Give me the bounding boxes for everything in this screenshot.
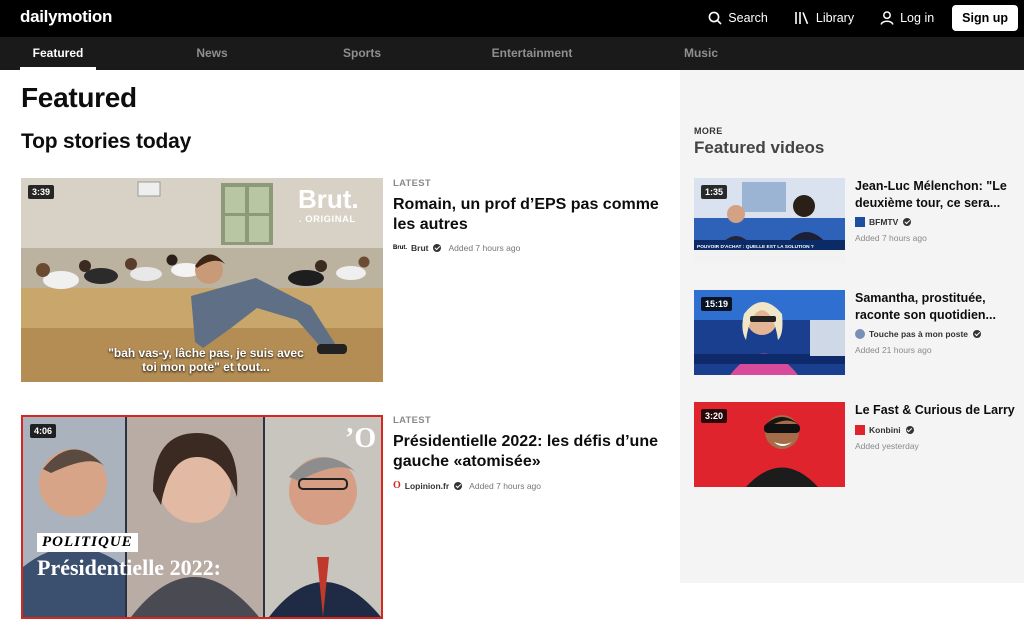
video-thumbnail[interactable]: 3:20 <box>694 402 845 487</box>
library-label: Library <box>815 11 855 25</box>
signup-button[interactable]: Sign up <box>952 5 1018 31</box>
story-meta: Brut. Brut Added 7 hours ago <box>393 243 663 253</box>
search-button[interactable]: Search <box>708 11 768 25</box>
duration-badge: 3:20 <box>701 409 728 423</box>
channel-name[interactable]: Touche pas à mon poste <box>869 329 968 339</box>
page-title: Featured <box>21 82 137 113</box>
login-button[interactable]: Log in <box>880 11 934 25</box>
duration-badge: 3:39 <box>28 185 55 199</box>
duration-badge: 1:35 <box>701 185 728 199</box>
user-icon <box>880 11 894 25</box>
login-label: Log in <box>900 11 935 25</box>
bfmtv-channel-logo[interactable] <box>855 217 865 227</box>
added-time: Added 21 hours ago <box>855 345 932 355</box>
top-actions: Search Library Log in Sign up <box>708 4 1018 32</box>
tab-sports[interactable]: Sports <box>334 37 390 70</box>
video-title[interactable]: Samantha, prostituée, raconte son quotid… <box>855 290 1015 323</box>
tab-entertainment[interactable]: Entertainment <box>482 37 582 70</box>
verified-icon <box>903 218 912 226</box>
channel-name[interactable]: Lopinion.fr <box>405 481 449 491</box>
channel-name[interactable]: Konbini <box>869 425 901 435</box>
story-info: LATEST Romain, un prof d’EPS pas comme l… <box>393 178 663 253</box>
video-meta: Touche pas à mon poste <box>855 329 1015 339</box>
tab-news[interactable]: News <box>186 37 238 70</box>
featured-video-card[interactable]: POUVOIR D'ACHAT : QUELLE EST LA SOLUTION… <box>694 178 1018 266</box>
search-label: Search <box>728 11 768 25</box>
konbini-channel-logo[interactable] <box>855 424 865 435</box>
sidebar-kicker: MORE <box>694 126 723 136</box>
top-bar: dailymotion Search Library Log in Sign u… <box>0 0 1024 37</box>
story-thumbnail[interactable]: ’O POLITIQUE Présidentielle 2022: 4:06 <box>21 415 383 619</box>
verified-icon <box>973 330 982 338</box>
brut-logo-text: Brut. <box>298 184 359 214</box>
story-thumbnail[interactable]: Brut. . ORIGINAL "bah vas-y, lâche pas, … <box>21 178 383 382</box>
added-time: Added 7 hours ago <box>469 480 542 491</box>
channel-name[interactable]: Brut <box>411 243 428 253</box>
video-title[interactable]: Le Fast & Curious de Larry <box>855 402 1015 419</box>
politique-tag: POLITIQUE <box>37 533 138 552</box>
story-label: LATEST <box>393 178 432 189</box>
lopinion-channel-logo[interactable]: O <box>393 480 401 491</box>
story-title[interactable]: Romain, un prof d’EPS pas comme les autr… <box>393 195 663 235</box>
video-title[interactable]: Jean-Luc Mélenchon: "Le deuxième tour, c… <box>855 178 1015 211</box>
tab-featured[interactable]: Featured <box>20 37 96 70</box>
lopinion-logo-text: ’O <box>345 423 376 454</box>
tab-music[interactable]: Music <box>676 37 726 70</box>
video-info: Jean-Luc Mélenchon: "Le deuxième tour, c… <box>855 178 1015 243</box>
verified-icon <box>454 481 463 490</box>
library-button[interactable]: Library <box>794 11 854 25</box>
story-label: LATEST <box>393 415 432 426</box>
video-caption: Présidentielle 2022: <box>37 555 221 580</box>
added-time: Added yesterday <box>855 440 919 451</box>
added-time: Added 7 hours ago <box>855 233 927 243</box>
video-thumbnail[interactable]: 15:19 <box>694 290 845 375</box>
video-info: Le Fast & Curious de Larry Konbini Added… <box>855 402 1015 451</box>
featured-video-card[interactable]: 15:19 Samantha, prostituée, raconte son … <box>694 290 1018 378</box>
brut-channel-logo[interactable]: Brut. <box>393 245 407 251</box>
dailymotion-logo[interactable]: dailymotion <box>20 7 112 27</box>
tpmp-channel-logo[interactable] <box>855 329 865 339</box>
video-caption: "bah vas-y, lâche pas, je suis avec toi … <box>108 346 304 374</box>
added-time: Added 7 hours ago <box>448 243 521 253</box>
story-title[interactable]: Présidentielle 2022: les défis d’une gau… <box>393 432 663 472</box>
sidebar: MORE Featured videos POUVOIR D'ACHAT : Q… <box>680 70 1024 583</box>
story-meta: O Lopinion.fr Added 7 hours ago <box>393 480 663 491</box>
main-content: Featured Top stories today Brut. . ORIGI… <box>0 70 680 619</box>
video-meta: Konbini <box>855 424 1015 435</box>
section-title: Top stories today <box>21 130 192 153</box>
category-nav: Featured News Sports Entertainment Music <box>0 37 1024 70</box>
brut-original-text: . ORIGINAL <box>299 214 356 225</box>
library-icon <box>795 12 809 25</box>
story-card[interactable]: ’O POLITIQUE Présidentielle 2022: 4:06 L… <box>21 415 671 619</box>
search-icon <box>708 11 722 25</box>
video-thumbnail[interactable]: POUVOIR D'ACHAT : QUELLE EST LA SOLUTION… <box>694 178 845 263</box>
verified-icon <box>905 425 914 434</box>
sidebar-title: Featured videos <box>694 138 825 157</box>
duration-badge: 4:06 <box>30 424 57 438</box>
news-ticker-text: POUVOIR D'ACHAT : QUELLE EST LA SOLUTION… <box>697 244 814 250</box>
verified-icon <box>433 244 442 252</box>
video-meta: BFMTV <box>855 217 1015 227</box>
story-info: LATEST Présidentielle 2022: les défis d’… <box>393 415 663 491</box>
featured-video-card[interactable]: 3:20 Le Fast & Curious de Larry Konbini … <box>694 402 1018 490</box>
politicians-image: ’O <box>23 417 381 617</box>
channel-name[interactable]: BFMTV <box>869 217 898 227</box>
video-info: Samantha, prostituée, raconte son quotid… <box>855 290 1015 355</box>
duration-badge: 15:19 <box>701 297 733 311</box>
story-card[interactable]: Brut. . ORIGINAL "bah vas-y, lâche pas, … <box>21 178 671 388</box>
